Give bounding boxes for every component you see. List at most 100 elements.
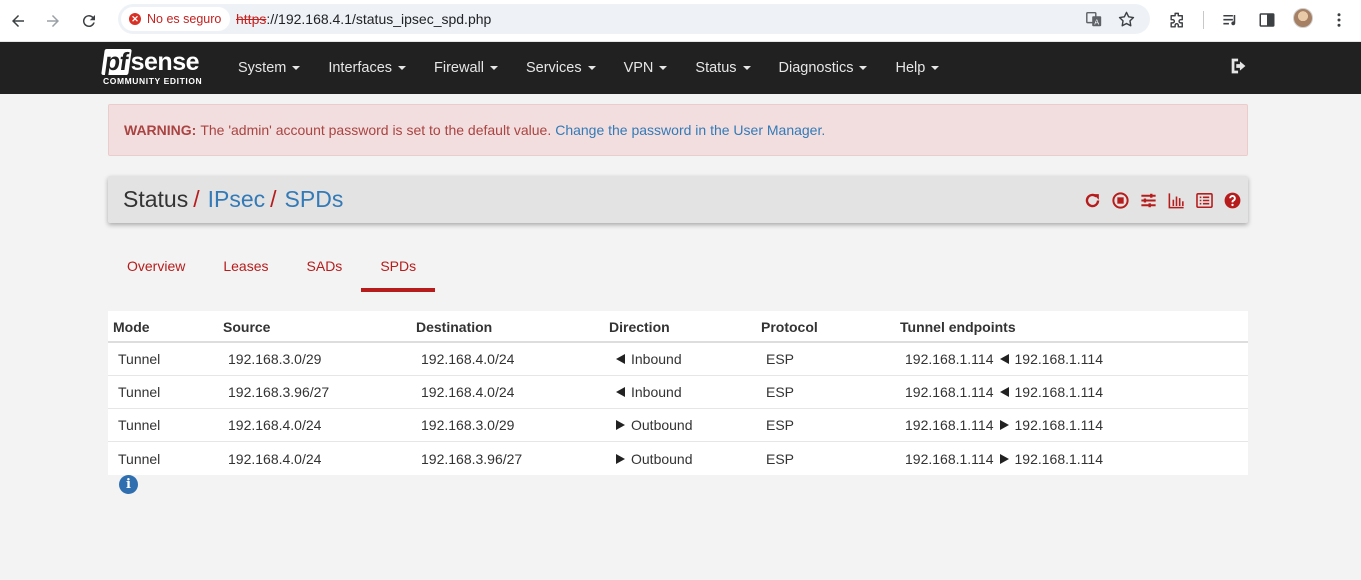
svg-text:A: A xyxy=(1094,17,1099,26)
table-cell: Tunnel xyxy=(118,409,160,441)
avatar[interactable] xyxy=(1293,8,1313,28)
url-path: ://192.168.4.1/status_ipsec_spd.php xyxy=(266,11,492,27)
caret-down-icon xyxy=(489,66,498,70)
table-cell: 192.168.4.0/24 xyxy=(421,376,514,408)
graph-icon[interactable] xyxy=(1165,190,1187,210)
star-icon[interactable] xyxy=(1116,9,1136,29)
cell-mode: Tunnel xyxy=(118,384,161,400)
column-header[interactable]: Direction xyxy=(609,311,670,341)
column-header[interactable]: Destination xyxy=(416,311,492,341)
page-tools xyxy=(1081,190,1243,210)
cell-destination: 192.168.4.0/24 xyxy=(421,384,515,400)
menu-label: Diagnostics xyxy=(778,60,854,76)
table-row: Tunnel 192.168.4.0/24 192.168.3.0/29 Outbou… xyxy=(108,409,1248,442)
cell-source: 192.168.4.0/24 xyxy=(228,417,322,433)
warning-label: WARNING: xyxy=(124,122,197,138)
refresh-icon[interactable] xyxy=(1081,190,1103,210)
tab-leases[interactable]: Leases xyxy=(204,248,287,292)
warning-text: The 'admin' account password is set to t… xyxy=(200,122,552,138)
table-cell: Tunnel xyxy=(118,376,160,408)
help-icon[interactable] xyxy=(1221,190,1243,210)
table-cell: 192.168.4.0/24 xyxy=(228,409,321,441)
cell-endpoint-local: 192.168.1.114 xyxy=(905,417,994,433)
cell-direction: Outbound xyxy=(631,450,693,467)
menu-label: Firewall xyxy=(434,60,484,76)
security-chip[interactable]: ✕ No es seguro xyxy=(121,7,231,31)
column-header[interactable]: Protocol xyxy=(761,311,818,341)
default-password-warning: WARNING: The 'admin' account password is… xyxy=(108,104,1248,156)
endpoint-arrow-icon xyxy=(999,453,1009,464)
menu-system[interactable]: System xyxy=(224,42,314,94)
direction-arrow-icon xyxy=(616,453,625,464)
table-cell: 192.168.3.96/27 xyxy=(228,376,329,408)
url-text[interactable]: https://192.168.4.1/status_ipsec_spd.php xyxy=(236,11,491,27)
table-cell: Outbound xyxy=(616,442,693,475)
breadcrumb-spds[interactable]: SPDs xyxy=(285,186,344,212)
log-icon[interactable] xyxy=(1193,190,1215,210)
endpoint-arrow-icon xyxy=(999,354,1009,364)
cell-mode: Tunnel xyxy=(118,351,161,367)
menu-vpn[interactable]: VPN xyxy=(610,42,682,94)
caret-down-icon xyxy=(659,66,668,70)
url-scheme: https xyxy=(236,11,267,27)
stop-icon[interactable] xyxy=(1109,190,1131,210)
table-row: Tunnel 192.168.3.0/29 192.168.4.0/24 Inboun… xyxy=(108,343,1248,376)
table-cell: 192.168.4.0/24 xyxy=(228,442,321,475)
cell-mode: Tunnel xyxy=(118,417,161,433)
reload-icon[interactable] xyxy=(74,6,104,36)
tab-sads[interactable]: SADs xyxy=(288,248,362,292)
table-cell: ESP xyxy=(766,376,794,408)
main-menu: System Interfaces Firewall Services VPN … xyxy=(224,42,953,94)
not-secure-icon: ✕ xyxy=(129,13,141,25)
table-cell: 192.168.1.114 192.168.1.114 xyxy=(905,442,1103,475)
breadcrumb-separator: / xyxy=(193,186,200,212)
media-icon[interactable] xyxy=(1217,7,1243,33)
menu-help[interactable]: Help xyxy=(881,42,953,94)
logo-sense: sense xyxy=(130,48,200,76)
address-bar[interactable]: ✕ No es seguro https://192.168.4.1/statu… xyxy=(118,4,1150,34)
cell-endpoint-local: 192.168.1.114 xyxy=(905,384,994,400)
menu-status[interactable]: Status xyxy=(681,42,764,94)
cell-source: 192.168.3.0/29 xyxy=(228,351,322,367)
cell-destination: 192.168.3.0/29 xyxy=(421,417,515,433)
sidepanel-icon[interactable] xyxy=(1254,7,1280,33)
table-cell: Tunnel xyxy=(118,343,160,375)
logo-pf: pf xyxy=(101,48,132,76)
tab-overview[interactable]: Overview xyxy=(108,248,204,292)
menu-interfaces[interactable]: Interfaces xyxy=(314,42,420,94)
cell-destination: 192.168.4.0/24 xyxy=(421,351,515,367)
info-icon[interactable]: i xyxy=(119,475,138,494)
translate-icon[interactable]: A xyxy=(1084,9,1104,29)
menu-label: Interfaces xyxy=(328,60,393,76)
settings-sliders-icon[interactable] xyxy=(1137,190,1159,210)
caret-down-icon xyxy=(931,66,940,70)
logout-icon[interactable] xyxy=(1228,55,1250,77)
logo-edition: COMMUNITY EDITION xyxy=(103,76,203,86)
breadcrumb-panel: Status / IPsec / SPDs xyxy=(108,176,1248,223)
menu-firewall[interactable]: Firewall xyxy=(420,42,512,94)
menu-diagnostics[interactable]: Diagnostics xyxy=(765,42,882,94)
pfsense-logo[interactable]: pfsense COMMUNITY EDITION xyxy=(101,48,213,89)
table-cell: Inbound xyxy=(616,376,682,408)
toolbar-divider xyxy=(1203,11,1204,29)
menu-label: Help xyxy=(895,60,926,76)
table-cell: ESP xyxy=(766,442,794,475)
change-password-link[interactable]: Change the password in the User Manager. xyxy=(555,122,825,138)
tab-spds[interactable]: SPDs xyxy=(361,248,435,292)
table-cell: Inbound xyxy=(616,343,682,375)
table-row: Tunnel 192.168.3.96/27 192.168.4.0/24 Inbou… xyxy=(108,376,1248,409)
column-header[interactable]: Mode xyxy=(113,311,150,341)
menu-services[interactable]: Services xyxy=(512,42,610,94)
breadcrumb-ipsec[interactable]: IPsec xyxy=(208,186,266,212)
caret-down-icon xyxy=(742,66,751,70)
back-icon[interactable] xyxy=(3,6,33,36)
forward-icon[interactable] xyxy=(38,6,68,36)
column-header[interactable]: Source xyxy=(223,311,270,341)
menu-dots-icon[interactable] xyxy=(1326,7,1352,33)
extensions-icon[interactable] xyxy=(1164,7,1190,33)
ipsec-tabs: Overview Leases SADs SPDs xyxy=(108,248,435,292)
breadcrumb-status: Status xyxy=(123,186,189,212)
table-header: Mode Source Destination Direction Protoc… xyxy=(108,311,1248,343)
menu-label: Services xyxy=(525,60,582,76)
column-header[interactable]: Tunnel endpoints xyxy=(900,311,1016,341)
